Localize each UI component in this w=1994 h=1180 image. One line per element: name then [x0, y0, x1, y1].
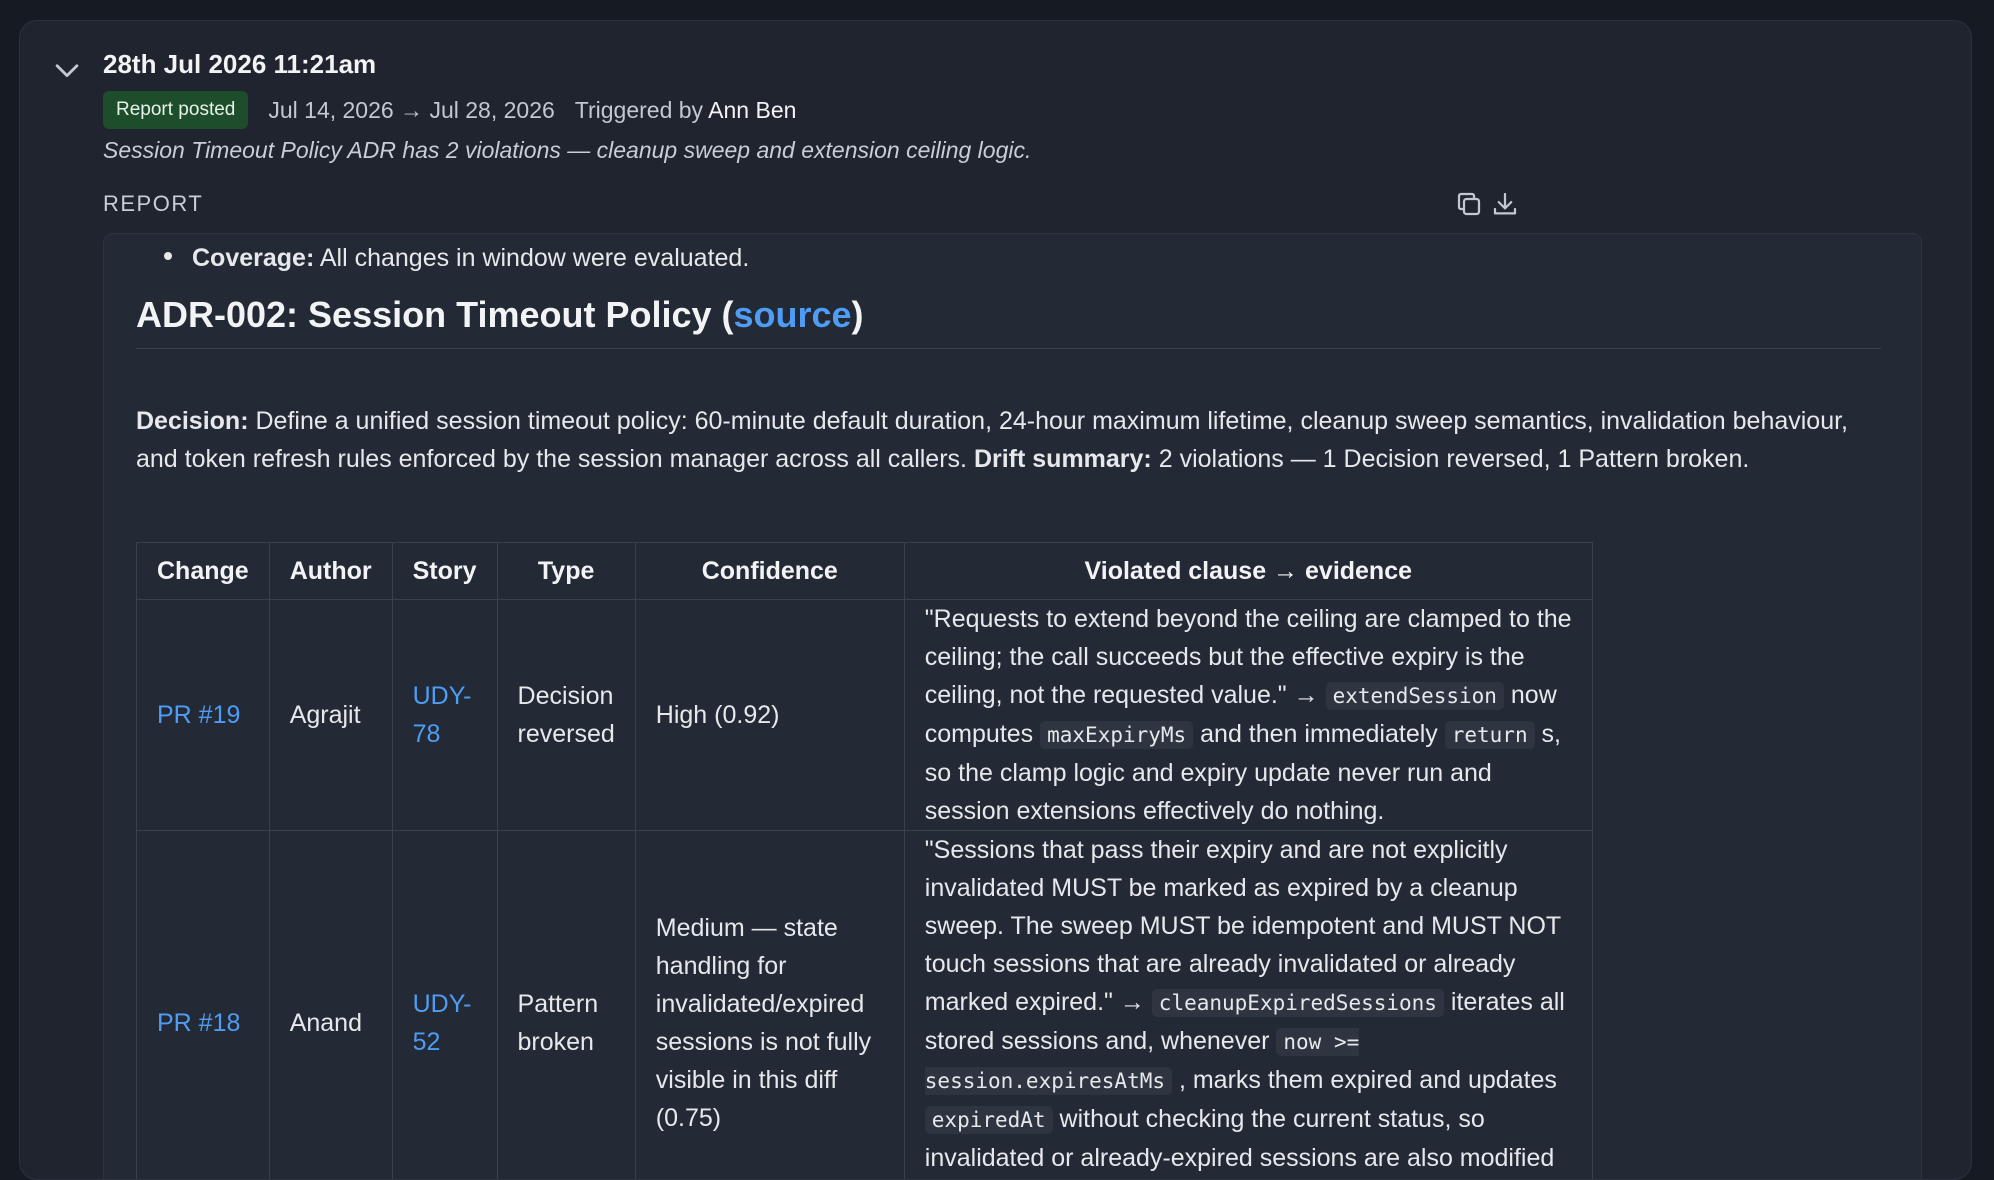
code-snippet: return: [1445, 721, 1535, 749]
col-header-change: Change: [137, 543, 270, 600]
table-header-row: Change Author Story Type Confidence Viol…: [137, 543, 1593, 600]
evidence-text: and then immediately: [1193, 720, 1445, 748]
col-header-evidence: Violated clause → evidence: [904, 543, 1592, 600]
triggered-by: Triggered by Ann Ben: [575, 97, 797, 124]
run-meta: Report posted Jul 14, 2026 → Jul 28, 202…: [103, 91, 796, 129]
status-badge: Report posted: [103, 91, 248, 129]
cell-story: UDY-78: [392, 600, 497, 831]
code-snippet: maxExpiryMs: [1040, 721, 1193, 749]
decision-paragraph: Decision: Define a unified session timeo…: [136, 402, 1881, 478]
code-snippet: extendSession: [1326, 682, 1504, 710]
adr-heading: ADR-002: Session Timeout Policy (source): [136, 294, 1881, 349]
adr-source-link[interactable]: source: [733, 294, 851, 335]
cell-change: PR #19: [137, 600, 270, 831]
drift-text: 2 violations — 1 Decision reversed, 1 Pa…: [1159, 445, 1750, 473]
run-timestamp: 28th Jul 2026 11:21am: [103, 49, 376, 80]
coverage-item: Coverage: All changes in window were eva…: [164, 244, 749, 273]
violations-table: Change Author Story Type Confidence Viol…: [136, 542, 1593, 1180]
download-icon[interactable]: [1490, 189, 1520, 219]
cell-story: UDY-52: [392, 831, 497, 1180]
adr-title-close: ): [852, 294, 864, 335]
triggered-user: Ann Ben: [708, 97, 796, 123]
cell-author: Agrajit: [269, 600, 392, 831]
cell-confidence: Medium — state handling for invalidated/…: [635, 831, 904, 1180]
report-panel: Coverage: All changes in window were eva…: [103, 233, 1922, 1180]
cell-change: PR #18: [137, 831, 270, 1180]
cell-author: Anand: [269, 831, 392, 1180]
col-header-type: Type: [497, 543, 635, 600]
drift-label: Drift summary:: [974, 445, 1152, 473]
decision-label: Decision:: [136, 407, 249, 435]
evidence-text: , marks them expired and updates: [1172, 1066, 1557, 1094]
col-header-confidence: Confidence: [635, 543, 904, 600]
report-section-label: REPORT: [103, 191, 203, 217]
table-row: PR #19 Agrajit UDY-78 Decision reversed …: [137, 600, 1593, 831]
cell-confidence: High (0.92): [635, 600, 904, 831]
col-header-story: Story: [392, 543, 497, 600]
copy-icon[interactable]: [1454, 189, 1484, 219]
chevron-down-icon[interactable]: [50, 53, 84, 87]
table-row: PR #18 Anand UDY-52 Pattern broken Mediu…: [137, 831, 1593, 1180]
bullet-icon: [164, 252, 172, 260]
coverage-label: Coverage:: [192, 244, 314, 272]
story-link[interactable]: UDY-78: [413, 682, 472, 748]
pr-link[interactable]: PR #18: [157, 1009, 240, 1037]
code-snippet: cleanupExpiredSessions: [1152, 989, 1444, 1017]
col-header-author: Author: [269, 543, 392, 600]
story-link[interactable]: UDY-52: [413, 990, 472, 1056]
cell-type: Pattern broken: [497, 831, 635, 1180]
cell-type: Decision reversed: [497, 600, 635, 831]
coverage-text: All changes in window were evaluated.: [320, 244, 749, 272]
cell-evidence: "Requests to extend beyond the ceiling a…: [904, 600, 1592, 831]
run-summary: Session Timeout Policy ADR has 2 violati…: [103, 137, 1031, 164]
report-run-card: 28th Jul 2026 11:21am Report posted Jul …: [19, 20, 1972, 1180]
code-snippet: expiredAt: [925, 1106, 1053, 1134]
cell-evidence: "Sessions that pass their expiry and are…: [904, 831, 1592, 1180]
adr-title: ADR-002: Session Timeout Policy (: [136, 294, 733, 335]
pr-link[interactable]: PR #19: [157, 701, 240, 729]
triggered-prefix: Triggered by: [575, 97, 703, 123]
date-range: Jul 14, 2026 → Jul 28, 2026: [268, 97, 554, 124]
